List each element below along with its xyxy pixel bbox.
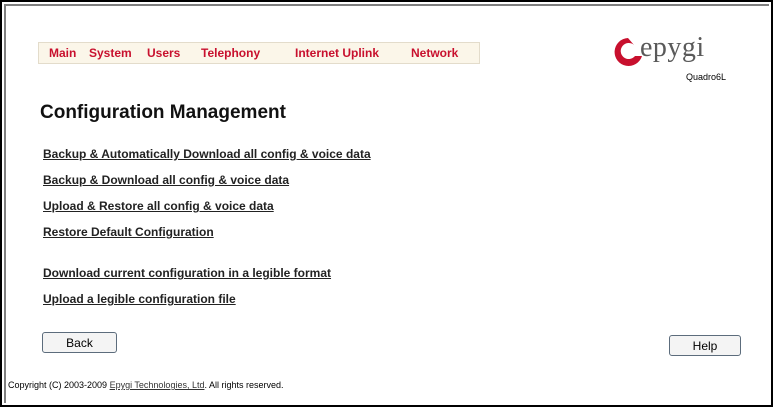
menu-item-users[interactable]: Users [147, 46, 180, 60]
copyright-prefix: Copyright (C) 2003-2009 [8, 380, 110, 390]
epygi-logo: epygi Quadro6L [612, 32, 747, 86]
link-upload-legible-config[interactable]: Upload a legible configuration file [43, 292, 236, 306]
link-restore-default[interactable]: Restore Default Configuration [43, 225, 214, 239]
menu-item-network[interactable]: Network [411, 46, 458, 60]
company-link[interactable]: Epygi Technologies, Ltd [110, 380, 205, 390]
logo-text: epygi [640, 32, 705, 63]
page-title: Configuration Management [40, 102, 286, 123]
link-backup-auto-download[interactable]: Backup & Automatically Download all conf… [43, 147, 371, 161]
menu-item-system[interactable]: System [89, 46, 132, 60]
help-button[interactable]: Help [669, 335, 741, 356]
menu-item-main[interactable]: Main [49, 46, 76, 60]
copyright-suffix: . All rights reserved. [204, 380, 284, 390]
back-button[interactable]: Back [42, 332, 117, 353]
menu-item-internet-uplink[interactable]: Internet Uplink [295, 46, 379, 60]
main-menu: Main System Users Telephony Internet Upl… [38, 42, 480, 64]
page-frame: Main System Users Telephony Internet Upl… [0, 0, 773, 407]
device-model: Quadro6L [686, 72, 727, 82]
link-upload-restore[interactable]: Upload & Restore all config & voice data [43, 199, 274, 213]
link-download-legible-config[interactable]: Download current configuration in a legi… [43, 266, 331, 280]
menu-item-telephony[interactable]: Telephony [201, 46, 260, 60]
copyright-footer: Copyright (C) 2003-2009 Epygi Technologi… [8, 380, 284, 390]
link-backup-download[interactable]: Backup & Download all config & voice dat… [43, 173, 289, 187]
